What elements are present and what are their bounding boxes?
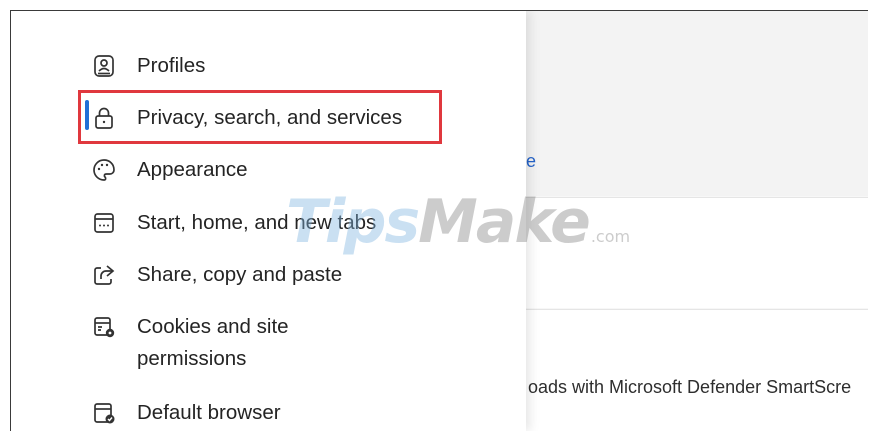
- sidebar-item-profiles[interactable]: Profiles: [91, 50, 205, 82]
- sidebar-item-cookies[interactable]: Cookies and site permissions: [91, 311, 291, 375]
- default-browser-icon: [91, 400, 117, 426]
- sidebar-item-share[interactable]: Share, copy and paste: [91, 259, 342, 291]
- share-icon: [91, 262, 117, 288]
- sidebar-item-label: Profiles: [137, 54, 206, 77]
- sidebar-item-default-browser[interactable]: Default browser: [91, 397, 281, 429]
- defender-smartscreen-text: oads with Microsoft Defender SmartScre: [528, 377, 852, 397]
- profiles-icon: [91, 53, 117, 79]
- content-card-top: e: [526, 11, 868, 196]
- sidebar-item-label: Default browser: [137, 401, 281, 424]
- settings-content: e oads with Microsoft Defender SmartScre: [526, 11, 868, 431]
- highlight-box: [78, 90, 442, 144]
- palette-icon: [91, 157, 117, 183]
- sidebar-item-appearance[interactable]: Appearance: [91, 154, 248, 186]
- content-card-middle: [526, 197, 868, 308]
- settings-sidebar: Profiles Privacy, search, and services A…: [11, 11, 526, 431]
- sidebar-item-label: Appearance: [137, 158, 248, 181]
- cookies-permissions-icon: [91, 314, 117, 340]
- content-card-bottom: [526, 309, 868, 431]
- sidebar-item-label: Share, copy and paste: [137, 263, 343, 286]
- settings-window: e oads with Microsoft Defender SmartScre…: [10, 10, 868, 431]
- sidebar-item-start-home[interactable]: Start, home, and new tabs: [91, 207, 376, 239]
- partial-link-text[interactable]: e: [526, 151, 536, 172]
- sidebar-item-label: Cookies and site permissions: [137, 315, 289, 370]
- sidebar-item-label: Start, home, and new tabs: [137, 211, 377, 234]
- start-home-icon: [91, 210, 117, 236]
